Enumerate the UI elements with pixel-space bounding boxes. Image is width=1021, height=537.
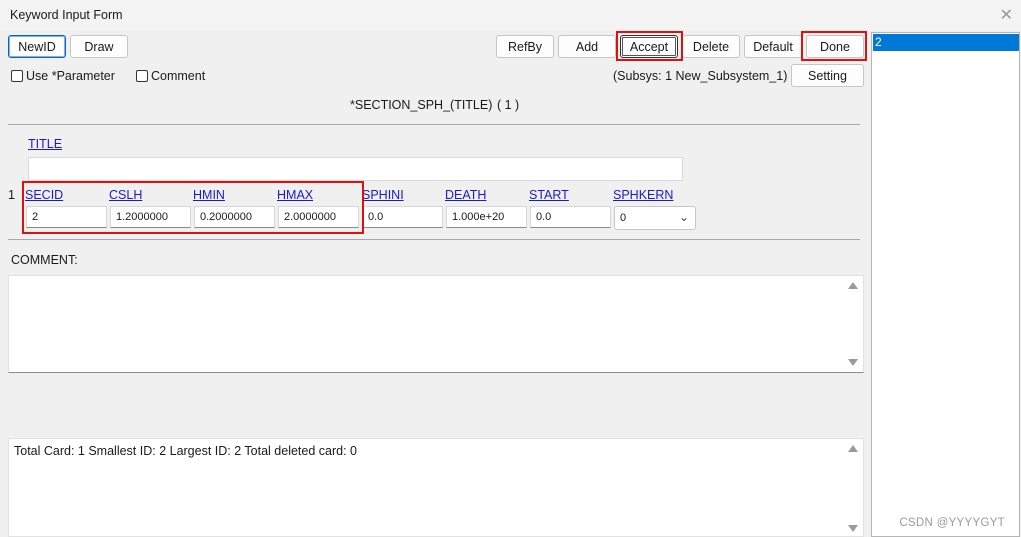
secid-label[interactable]: SECID	[25, 188, 63, 202]
draw-button[interactable]: Draw	[70, 35, 128, 58]
scroll-down-icon[interactable]	[848, 525, 858, 532]
comment-option-label: Comment	[151, 69, 206, 83]
status-scrollbar[interactable]	[846, 439, 860, 536]
scroll-up-icon[interactable]	[848, 445, 858, 452]
refby-button[interactable]: RefBy	[496, 35, 554, 58]
watermark: CSDN @YYYYGYT	[899, 517, 1005, 529]
card-row-number: 1	[8, 188, 15, 202]
status-panel: Total Card: 1 Smallest ID: 2 Largest ID:…	[8, 438, 864, 537]
comment-textarea[interactable]	[8, 275, 864, 373]
sphini-input[interactable]: 0.0	[362, 206, 443, 228]
start-input[interactable]: 0.0	[530, 206, 611, 228]
hmax-input[interactable]: 2.0000000	[278, 206, 359, 228]
hmin-label[interactable]: HMIN	[193, 188, 225, 202]
use-parameter-checkbox[interactable]	[11, 70, 23, 82]
sphkern-label[interactable]: SPHKERN	[613, 188, 673, 202]
done-button[interactable]: Done	[806, 35, 864, 58]
add-button[interactable]: Add	[558, 35, 616, 58]
title-input[interactable]	[28, 157, 683, 181]
comment-option[interactable]: Comment	[136, 69, 205, 83]
scroll-up-icon[interactable]	[848, 282, 858, 289]
id-list-panel[interactable]: 2 CSDN @YYYYGYT	[871, 32, 1020, 537]
window-title: Keyword Input Form	[10, 8, 123, 22]
subsystem-label: (Subsys: 1 New_Subsystem_1)	[613, 69, 788, 83]
status-text: Total Card: 1 Smallest ID: 2 Largest ID:…	[14, 444, 357, 458]
title-field-label[interactable]: TITLE	[28, 137, 62, 151]
keyword-heading: *SECTION_SPH_(TITLE)	[350, 98, 493, 112]
close-icon[interactable]: ✕	[1000, 5, 1013, 25]
divider	[8, 124, 860, 125]
comment-label: COMMENT:	[11, 253, 78, 267]
cslh-label[interactable]: CSLH	[109, 188, 142, 202]
use-parameter-label: Use *Parameter	[26, 69, 115, 83]
sphini-label[interactable]: SPHINI	[362, 188, 404, 202]
accept-button[interactable]: Accept	[620, 35, 678, 58]
keyword-count: ( 1 )	[497, 98, 520, 112]
default-button[interactable]: Default	[744, 35, 802, 58]
setting-button[interactable]: Setting	[791, 64, 864, 87]
secid-input[interactable]: 2	[26, 206, 107, 228]
death-label[interactable]: DEATH	[445, 188, 486, 202]
id-list-item[interactable]: 2	[873, 34, 1019, 51]
hmax-label[interactable]: HMAX	[277, 188, 313, 202]
divider	[8, 239, 860, 240]
start-label[interactable]: START	[529, 188, 569, 202]
cslh-input[interactable]: 1.2000000	[110, 206, 191, 228]
sphkern-value: 0	[620, 212, 627, 224]
comment-scrollbar[interactable]	[846, 276, 860, 372]
sphkern-select[interactable]: 0 ⌄	[614, 206, 696, 230]
newid-button[interactable]: NewID	[8, 35, 66, 58]
chevron-down-icon: ⌄	[678, 210, 689, 224]
scroll-down-icon[interactable]	[848, 359, 858, 366]
window-titlebar: Keyword Input Form ✕	[0, 0, 1021, 30]
use-parameter-option[interactable]: Use *Parameter	[11, 69, 115, 83]
hmin-input[interactable]: 0.2000000	[194, 206, 275, 228]
death-input[interactable]: 1.000e+20	[446, 206, 527, 228]
delete-button[interactable]: Delete	[682, 35, 740, 58]
comment-checkbox[interactable]	[136, 70, 148, 82]
